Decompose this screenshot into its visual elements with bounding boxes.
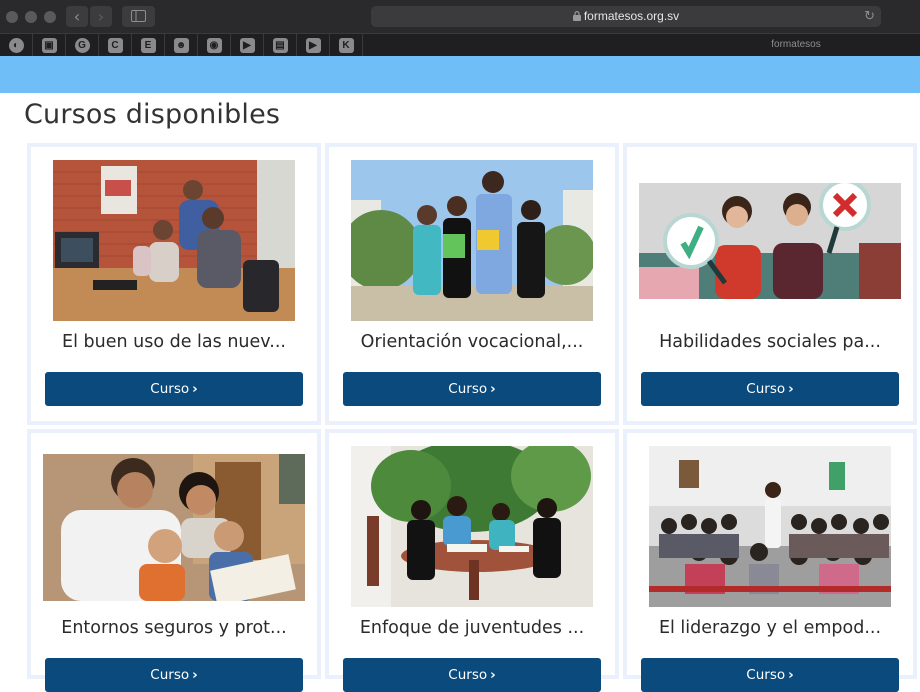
sidebar-toggle-button[interactable] (122, 6, 155, 27)
close-window-button[interactable] (6, 11, 18, 23)
course-image[interactable] (639, 183, 901, 299)
bookmarks-bar: formatesos ◐ ▣ G C E ☻ ◉ ▶ ▤ ▶ K (0, 33, 920, 56)
course-title: Enfoque de juventudes ... (359, 618, 585, 638)
bookmark-item[interactable]: G (66, 34, 99, 56)
news-icon: ▣ (41, 37, 57, 53)
forward-button[interactable]: › (90, 6, 112, 27)
chevron-right-icon: › (192, 667, 198, 683)
chevron-right-icon: › (788, 381, 794, 397)
globe-icon: ◐ (8, 37, 24, 53)
course-card: El buen uso de las nuev... Curso › (27, 143, 321, 425)
sidebar-icon (131, 10, 146, 22)
chevron-right-icon: › (788, 667, 794, 683)
course-button-label: Curso (746, 381, 786, 397)
course-image[interactable] (351, 446, 593, 607)
photo-icon: ▤ (272, 37, 288, 53)
bookmark-item[interactable]: K (330, 34, 363, 56)
lock-icon (572, 11, 581, 21)
course-button[interactable]: Curso › (343, 658, 601, 692)
back-button[interactable]: ‹ (66, 6, 88, 27)
g-icon: G (74, 37, 90, 53)
course-image[interactable] (43, 454, 305, 601)
minimize-window-button[interactable] (25, 11, 37, 23)
course-button[interactable]: Curso › (45, 658, 303, 692)
bookmark-item[interactable]: ▶ (231, 34, 264, 56)
c-icon: C (107, 37, 123, 53)
page-title: Cursos disponibles (24, 99, 281, 130)
bookmark-item[interactable]: ◐ (0, 34, 33, 56)
reload-icon[interactable]: ↻ (864, 6, 875, 27)
address-bar[interactable]: formatesos.org.sv ↻ (371, 6, 881, 27)
chevron-left-icon: ‹ (73, 7, 81, 26)
camera-icon: ◉ (206, 37, 222, 53)
url-text: formatesos.org.sv (583, 9, 680, 23)
course-image[interactable] (649, 446, 891, 607)
chevron-right-icon: › (490, 381, 496, 397)
bookmark-item[interactable]: ◉ (198, 34, 231, 56)
course-button-label: Curso (448, 381, 488, 397)
bookmark-item[interactable]: ▶ (297, 34, 330, 56)
course-button-label: Curso (150, 381, 190, 397)
k-icon: K (338, 37, 354, 53)
course-title: El liderazgo y el empod... (658, 618, 882, 638)
bookmark-item[interactable]: ▣ (33, 34, 66, 56)
chevron-right-icon: › (97, 7, 105, 26)
site-header (0, 56, 920, 93)
course-button-label: Curso (448, 667, 488, 683)
video-icon: ▶ (239, 37, 255, 53)
course-image[interactable] (53, 160, 295, 321)
course-button-label: Curso (150, 667, 190, 683)
face-icon: ☻ (173, 37, 189, 53)
course-title: Entornos seguros y prot... (61, 618, 287, 638)
e-icon: E (140, 37, 156, 53)
course-image[interactable] (351, 160, 593, 321)
course-button[interactable]: Curso › (45, 372, 303, 406)
course-button[interactable]: Curso › (641, 658, 899, 692)
course-card: Entornos seguros y prot... Curso › (27, 429, 321, 692)
course-title: Habilidades sociales pa... (659, 332, 881, 352)
bookmark-item[interactable]: ☻ (165, 34, 198, 56)
browser-titlebar: ‹ › formatesos.org.sv ↻ (0, 0, 920, 33)
bookmark-item[interactable]: E (132, 34, 165, 56)
course-card: Orientación vocacional,... Curso › (325, 143, 619, 425)
bookmark-item[interactable]: ▤ (264, 34, 297, 56)
course-button-label: Curso (746, 667, 786, 683)
chevron-right-icon: › (192, 381, 198, 397)
zoom-window-button[interactable] (44, 11, 56, 23)
course-card: Habilidades sociales pa... Curso › (623, 143, 917, 425)
chevron-right-icon: › (490, 667, 496, 683)
course-card: El liderazgo y el empod... Curso › (623, 429, 917, 692)
course-button[interactable]: Curso › (343, 372, 601, 406)
tab-title[interactable]: formatesos (736, 34, 856, 56)
course-title: Orientación vocacional,... (360, 332, 584, 352)
course-button[interactable]: Curso › (641, 372, 899, 406)
play-icon: ▶ (305, 37, 321, 53)
bookmark-item[interactable]: C (99, 34, 132, 56)
course-title: El buen uso de las nuev... (62, 332, 286, 352)
course-card: Enfoque de juventudes ... Curso › (325, 429, 619, 692)
